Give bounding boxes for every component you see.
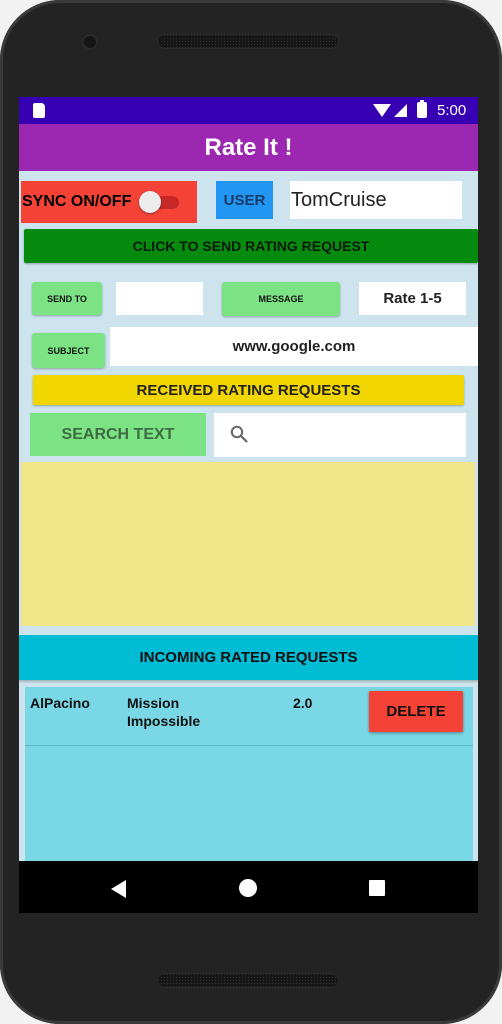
subject-field[interactable]: www.google.com: [110, 327, 478, 366]
received-header-label: RECEIVED RATING REQUESTS: [136, 381, 361, 399]
user-name-value: TomCruise: [291, 188, 387, 211]
rated-row-movie: Mission Impossible: [127, 695, 201, 729]
app-bar: Rate It !: [19, 124, 478, 171]
battery-charging-icon: [417, 100, 427, 118]
rated-row-user: AlPacino: [30, 695, 90, 711]
search-icon: [230, 425, 248, 443]
signal-icon: [394, 104, 407, 117]
home-icon[interactable]: [239, 879, 257, 897]
subject-value: www.google.com: [232, 338, 356, 355]
back-icon[interactable]: [111, 880, 126, 898]
subject-label: SUBJECT: [47, 345, 90, 356]
rated-row-rating: 2.0: [293, 695, 313, 711]
received-requests-list[interactable]: [21, 462, 475, 626]
send-rating-request-button[interactable]: CLICK TO SEND RATING REQUEST: [24, 229, 478, 263]
search-input[interactable]: [214, 413, 466, 457]
delete-label: DELETE: [386, 703, 446, 720]
earpiece-speaker: [157, 34, 339, 49]
bottom-speaker: [157, 973, 339, 988]
recents-icon[interactable]: [369, 880, 385, 896]
rated-row[interactable]: AlPacino Mission Impossible 2.0 DELETE: [25, 687, 473, 746]
send-to-label: SEND TO: [47, 293, 87, 304]
user-button-label: USER: [223, 191, 266, 209]
app-title: Rate It !: [204, 133, 293, 161]
send-rating-request-label: CLICK TO SEND RATING REQUEST: [132, 238, 370, 254]
message-value: Rate 1-5: [383, 290, 442, 307]
clock: 5:00: [437, 102, 467, 119]
delete-button[interactable]: DELETE: [369, 691, 463, 732]
search-text-button[interactable]: SEARCH TEXT: [30, 413, 206, 456]
screen: 5:00 Rate It ! SYNC ON/OFF USER TomCruis…: [19, 97, 478, 913]
search-text-label: SEARCH TEXT: [61, 425, 175, 443]
user-button[interactable]: USER: [216, 181, 273, 219]
message-field[interactable]: Rate 1-5: [359, 282, 466, 315]
front-camera: [84, 36, 96, 48]
user-name-field[interactable]: TomCruise: [290, 181, 462, 219]
sync-switch-container[interactable]: SYNC ON/OFF: [21, 181, 197, 223]
send-to-field[interactable]: [116, 282, 203, 315]
message-button[interactable]: MESSAGE: [222, 282, 340, 316]
received-rating-requests-button[interactable]: RECEIVED RATING REQUESTS: [33, 375, 464, 405]
subject-button[interactable]: SUBJECT: [32, 333, 105, 368]
message-label: MESSAGE: [258, 294, 304, 304]
toggle-thumb: [139, 191, 162, 213]
send-to-button[interactable]: SEND TO: [32, 282, 102, 315]
navigation-bar: [19, 861, 478, 913]
sync-toggle[interactable]: [139, 190, 181, 214]
status-bar: 5:00: [19, 97, 478, 124]
wifi-icon: [373, 104, 391, 117]
incoming-rated-requests-header: INCOMING RATED REQUESTS: [19, 635, 478, 680]
incoming-header-label: INCOMING RATED REQUESTS: [139, 649, 358, 666]
sync-label: SYNC ON/OFF: [22, 193, 132, 210]
sd-card-icon: [33, 103, 45, 118]
phone-frame: 5:00 Rate It ! SYNC ON/OFF USER TomCruis…: [0, 0, 502, 1024]
